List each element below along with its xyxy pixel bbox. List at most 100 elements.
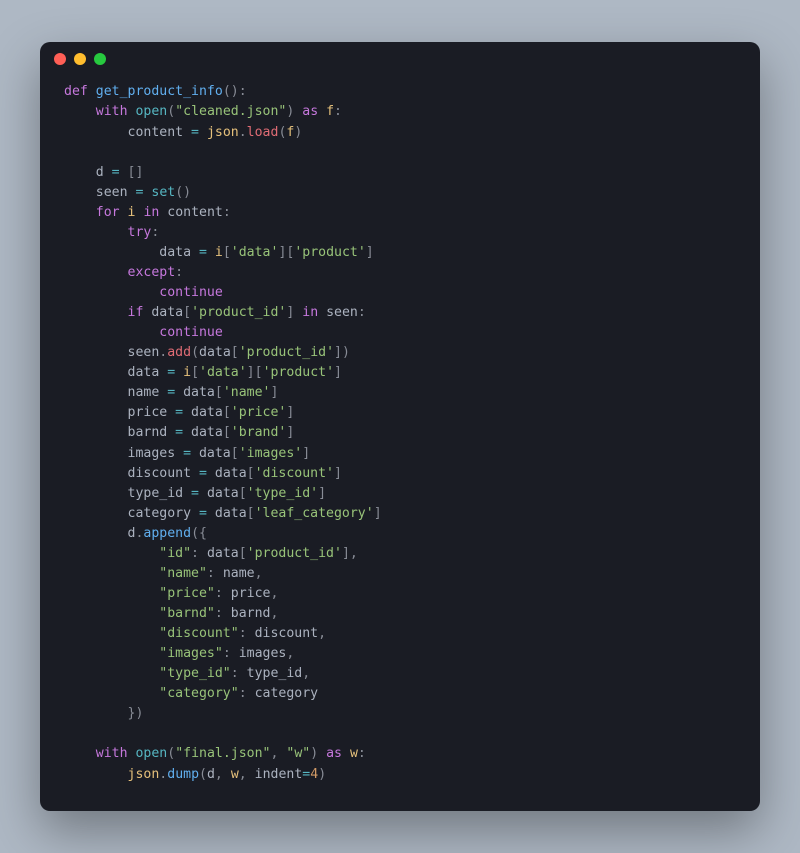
code-token: load bbox=[247, 125, 279, 140]
code-token bbox=[64, 586, 159, 601]
code-token: images bbox=[239, 646, 287, 661]
code-token: = bbox=[167, 385, 175, 400]
code-token: : bbox=[239, 626, 255, 641]
code-token: : bbox=[239, 686, 255, 701]
code-token: "w" bbox=[286, 746, 310, 761]
code-token: for bbox=[96, 205, 120, 220]
code-token: = bbox=[167, 365, 175, 380]
code-token: . bbox=[239, 125, 247, 140]
code-token bbox=[64, 325, 159, 340]
code-token: ] bbox=[374, 506, 382, 521]
code-token: data bbox=[191, 446, 231, 461]
code-token: 4 bbox=[310, 767, 318, 782]
code-token bbox=[175, 365, 183, 380]
code-token: data bbox=[207, 466, 247, 481]
code-token: ][ bbox=[247, 365, 263, 380]
code-token: , bbox=[270, 586, 278, 601]
code-token: as bbox=[302, 104, 318, 119]
code-token bbox=[199, 125, 207, 140]
code-token: : bbox=[207, 566, 223, 581]
code-token: 'discount' bbox=[255, 466, 334, 481]
code-token bbox=[64, 746, 96, 761]
code-token: continue bbox=[159, 285, 223, 300]
code-token: d bbox=[64, 526, 135, 541]
code-token: name bbox=[64, 385, 167, 400]
code-token: data bbox=[64, 245, 199, 260]
code-token: append bbox=[143, 526, 191, 541]
code-token: data bbox=[143, 305, 183, 320]
code-token bbox=[64, 626, 159, 641]
code-token: "category" bbox=[159, 686, 238, 701]
code-token: [ bbox=[247, 506, 255, 521]
code-token: : bbox=[334, 104, 342, 119]
close-traffic-light-icon[interactable] bbox=[54, 53, 66, 65]
code-token: ][ bbox=[278, 245, 294, 260]
code-token: "cleaned.json" bbox=[175, 104, 286, 119]
code-token: get_product_info bbox=[96, 84, 223, 99]
code-token: ] bbox=[286, 405, 294, 420]
code-token: ) bbox=[286, 104, 302, 119]
code-token: = bbox=[175, 405, 183, 420]
code-token: in bbox=[143, 205, 159, 220]
code-token: : bbox=[223, 646, 239, 661]
code-token: = bbox=[183, 446, 191, 461]
code-token: ]) bbox=[334, 345, 350, 360]
code-token: "final.json" bbox=[175, 746, 270, 761]
code-token: set bbox=[151, 185, 175, 200]
code-token: [ bbox=[231, 345, 239, 360]
code-token: : bbox=[151, 225, 159, 240]
code-token: continue bbox=[159, 325, 223, 340]
code-token: [ bbox=[239, 486, 247, 501]
code-token: barnd bbox=[64, 425, 175, 440]
code-token: ] bbox=[318, 486, 326, 501]
code-token: [ bbox=[191, 365, 199, 380]
code-token: (): bbox=[223, 84, 247, 99]
code-token: = bbox=[112, 165, 120, 180]
code-token: ] bbox=[334, 365, 342, 380]
code-token: : bbox=[175, 265, 183, 280]
code-token: data bbox=[183, 425, 223, 440]
code-token: def bbox=[64, 84, 96, 99]
zoom-traffic-light-icon[interactable] bbox=[94, 53, 106, 65]
code-token: [ bbox=[223, 425, 231, 440]
code-token: ] bbox=[366, 245, 374, 260]
code-token: if bbox=[128, 305, 144, 320]
code-token: dump bbox=[167, 767, 199, 782]
code-token: , bbox=[318, 626, 326, 641]
code-token: ] bbox=[270, 385, 278, 400]
code-token: ] bbox=[286, 305, 302, 320]
code-token bbox=[120, 205, 128, 220]
code-token bbox=[64, 686, 159, 701]
code-token: = bbox=[199, 245, 207, 260]
code-token: 'type_id' bbox=[247, 486, 318, 501]
code-token: 'leaf_category' bbox=[255, 506, 374, 521]
code-token: "discount" bbox=[159, 626, 238, 641]
code-token bbox=[64, 305, 128, 320]
minimize-traffic-light-icon[interactable] bbox=[74, 53, 86, 65]
code-token bbox=[64, 285, 159, 300]
code-token: f bbox=[326, 104, 334, 119]
code-token: seen bbox=[64, 345, 159, 360]
code-token: 'product_id' bbox=[247, 546, 342, 561]
code-token: ( bbox=[199, 767, 207, 782]
code-token: = bbox=[175, 425, 183, 440]
code-token: : bbox=[191, 546, 207, 561]
code-token bbox=[64, 265, 128, 280]
code-token: w bbox=[231, 767, 239, 782]
code-token: 'product_id' bbox=[239, 345, 334, 360]
code-token: ) bbox=[318, 767, 326, 782]
code-token: with bbox=[96, 746, 128, 761]
code-token: images bbox=[64, 446, 183, 461]
code-token: ( bbox=[191, 345, 199, 360]
code-token: barnd bbox=[231, 606, 271, 621]
code-token: type_id bbox=[64, 486, 191, 501]
code-token: [ bbox=[247, 466, 255, 481]
code-token: "type_id" bbox=[159, 666, 230, 681]
code-token: ] bbox=[286, 425, 294, 440]
code-token: in bbox=[302, 305, 318, 320]
code-token: w bbox=[350, 746, 358, 761]
code-token: open bbox=[135, 104, 167, 119]
code-token: 'product' bbox=[263, 365, 334, 380]
code-token bbox=[64, 646, 159, 661]
code-token: i bbox=[128, 205, 136, 220]
